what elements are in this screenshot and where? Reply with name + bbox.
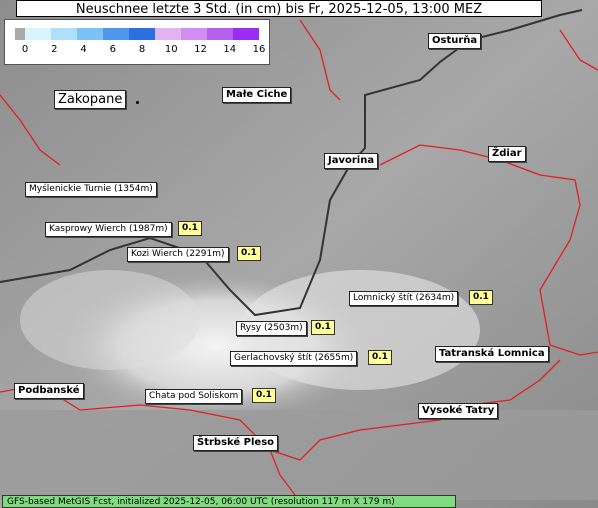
place-marker <box>136 101 139 104</box>
peak-label: Gerlachovský štít (2655m) <box>230 351 358 366</box>
legend-tick-label: 8 <box>138 44 146 55</box>
legend-swatch <box>181 28 207 40</box>
snow-value: 0.1 <box>368 350 392 365</box>
legend-tick-label: 16 <box>252 44 266 55</box>
peak-label: Kozi Wierch (2291m) <box>127 247 229 262</box>
legend-tick-label: 0 <box>21 44 29 55</box>
snow-value: 0.1 <box>237 246 261 261</box>
color-legend: 0 2 4 6 8 10 12 14 16 <box>4 19 270 65</box>
place-label: Tatranská Lomnica <box>435 346 549 362</box>
snow-value: 0.1 <box>252 388 276 403</box>
model-info-footer: GFS-based MetGIS Fcst, initialized 2025-… <box>2 495 456 508</box>
legend-swatch <box>25 28 51 40</box>
legend-swatch <box>207 28 233 40</box>
legend-swatch <box>103 28 129 40</box>
place-label: Zakopane <box>54 90 127 109</box>
peak-label: Myślenickie Turnie (1354m) <box>25 182 157 197</box>
place-label: Podbanské <box>14 383 84 399</box>
peak-label: Chata pod Soliskom <box>145 389 243 404</box>
legend-tick-label: 2 <box>51 44 58 55</box>
legend-tick-label: 12 <box>194 44 207 55</box>
place-label: Osturňa <box>428 33 482 49</box>
map-title: Neuschnee letzte 3 Std. (in cm) bis Fr, … <box>16 0 542 17</box>
legend-swatch <box>77 28 103 40</box>
legend-tick-label: 14 <box>223 44 237 55</box>
place-label: Štrbské Pleso <box>193 435 279 451</box>
lowland-south <box>0 410 598 500</box>
place-label: Javorina <box>324 153 379 169</box>
legend-swatch <box>51 28 77 40</box>
place-label: Ždiar <box>488 146 526 162</box>
legend-color-bar <box>15 28 259 40</box>
legend-swatch <box>233 28 259 40</box>
snow-value: 0.1 <box>178 221 202 236</box>
legend-swatch <box>155 28 181 40</box>
terrain-map <box>0 0 598 508</box>
legend-zero-swatch <box>15 28 25 40</box>
peak-label: Kasprowy Wierch (1987m) <box>45 222 172 237</box>
peak-label: Lomnický štít (2634m) <box>349 291 459 306</box>
snow-value: 0.1 <box>469 290 493 305</box>
legend-tick-label: 4 <box>80 44 87 55</box>
high-terrain-shading <box>20 270 200 370</box>
peak-label: Rysy (2503m) <box>236 321 307 336</box>
legend-tick-label: 10 <box>164 44 178 55</box>
snow-value: 0.1 <box>311 320 335 335</box>
legend-swatches <box>25 28 259 40</box>
legend-tick-label: 6 <box>109 44 116 55</box>
place-label: Vysoké Tatry <box>418 403 499 419</box>
legend-swatch <box>129 28 155 40</box>
place-label: Małe Ciche <box>222 87 292 103</box>
legend-ticks: 0 2 4 6 8 10 12 14 16 <box>5 44 271 58</box>
